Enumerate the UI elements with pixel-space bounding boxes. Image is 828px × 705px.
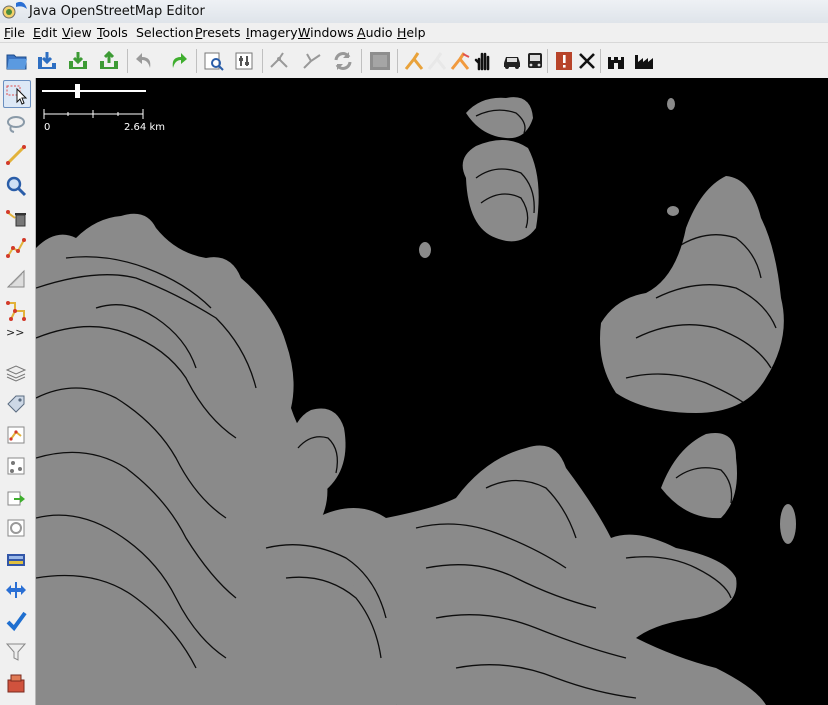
bus-icon[interactable] [523,49,547,73]
zoom-icon[interactable] [3,173,29,199]
save-icon[interactable] [35,49,59,73]
extrude-icon[interactable] [3,297,29,323]
blank-layer-icon[interactable] [368,49,392,73]
more-tools-button[interactable]: >> [6,326,24,339]
menu-tools[interactable]: Tools [97,25,128,40]
selection-list-icon[interactable] [3,422,29,448]
menu-file[interactable]: File [4,25,25,40]
parallel-icon[interactable] [3,266,29,292]
open-icon[interactable] [5,49,29,73]
highway-preset-icon[interactable] [402,49,426,73]
check-icon[interactable] [3,608,29,634]
toolbar-separator [262,49,263,73]
tags-icon[interactable] [3,391,29,417]
menu-audio[interactable]: Audio [357,25,393,40]
draw-icon[interactable] [3,142,29,168]
zoom-data-icon[interactable] [202,49,226,73]
layers-icon[interactable] [3,360,29,386]
upload-icon[interactable] [97,49,121,73]
window-title: Java OpenStreetMap Editor [29,4,205,19]
castle-icon[interactable] [604,49,628,73]
toolbar-separator [547,49,548,73]
industry-icon[interactable] [632,49,656,73]
combine-way-icon[interactable] [300,49,324,73]
menu-presets[interactable]: Presets [195,25,241,40]
menu-imagery[interactable]: Imagery [246,25,298,40]
filter-icon[interactable] [3,639,29,665]
contour-map [36,97,796,705]
menu-bar: File Edit View Tools Selection Presets I… [0,23,828,42]
warning-icon[interactable] [552,49,576,73]
menu-windows[interactable]: Windows [298,25,354,40]
car-icon[interactable] [500,49,524,73]
download-icon[interactable] [66,49,90,73]
railway-preset-icon[interactable] [448,49,472,73]
path-preset-icon[interactable] [425,49,449,73]
toolbar-separator [397,49,398,73]
josm-logo-icon [2,1,27,19]
redo-icon[interactable] [166,49,190,73]
history-icon[interactable] [3,484,29,510]
menu-selection[interactable]: Selection [136,25,194,40]
zoom-slider-knob[interactable] [75,84,80,98]
toolbar-separator [600,49,601,73]
toolbar-separator [196,49,197,73]
zoom-slider[interactable] [42,84,148,98]
preferences-icon[interactable] [232,49,256,73]
relations-icon[interactable] [3,453,29,479]
split-way-icon[interactable] [268,49,292,73]
main-toolbar [0,42,828,79]
scale-label-zero: 0 [44,122,51,133]
improve-way-icon[interactable] [3,235,29,261]
scale-bar [43,109,144,119]
conflict-icon[interactable] [3,515,29,541]
toolbar-separator [127,49,128,73]
notes-icon[interactable] [3,546,29,572]
toolbar-separator [361,49,362,73]
left-toolbar: >> [0,78,36,705]
menu-help[interactable]: Help [397,25,426,40]
menu-edit[interactable]: Edit [33,25,57,40]
lasso-icon[interactable] [3,111,29,137]
select-icon[interactable] [3,80,31,108]
map-view[interactable]: 0 2.64 km [36,78,828,705]
delete-icon[interactable] [3,204,29,230]
validation-icon[interactable] [3,577,29,603]
undo-icon[interactable] [133,49,157,73]
hand-icon[interactable] [472,49,496,73]
scale-label-max: 2.64 km [124,122,165,133]
changeset-icon[interactable] [3,670,29,696]
title-bar: Java OpenStreetMap Editor [0,0,828,24]
cross-tools-icon[interactable] [575,49,599,73]
menu-view[interactable]: View [62,25,92,40]
update-data-icon[interactable] [331,49,355,73]
